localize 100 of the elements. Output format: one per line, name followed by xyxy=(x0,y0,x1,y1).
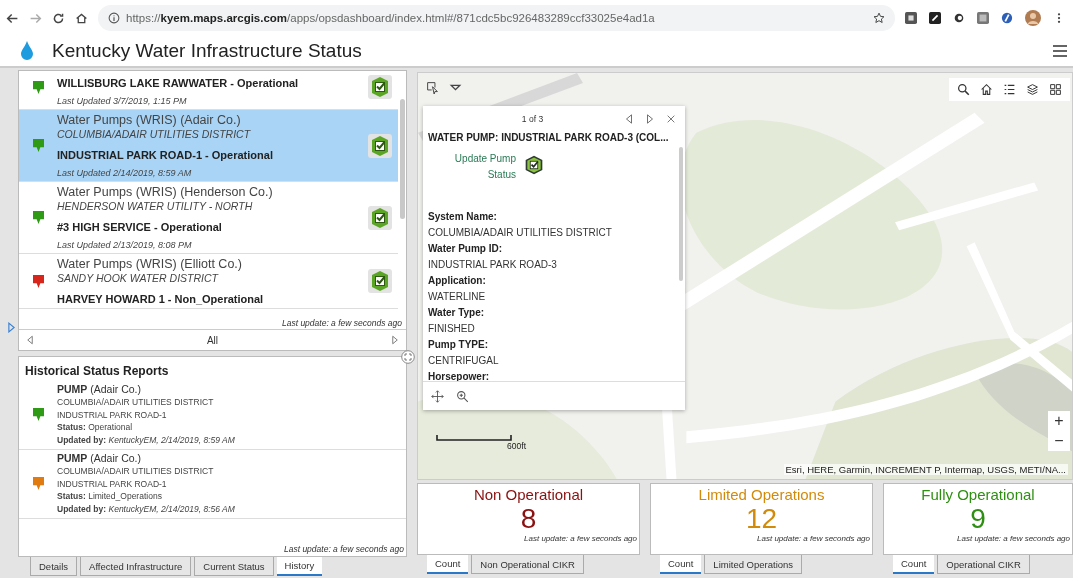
last-updated: Last Updated 3/7/2019, 1:15 PM xyxy=(57,96,188,107)
tab[interactable]: Operational CIKR xyxy=(937,555,1030,574)
extension-icon[interactable] xyxy=(1001,12,1013,24)
list-item[interactable]: Water Pumps (WRIS) (Adair Co.) COLUMBIA/ADAIR UTILITIES DISTRICT INDUSTRIAL PARK ROAD-1 - Operational Last Updated 2/14/2019, 8:59 AM xyxy=(19,110,398,182)
status-text: Status: Operational xyxy=(57,421,134,434)
indicator-title: Fully Operational xyxy=(921,485,1035,504)
checklist-icon[interactable] xyxy=(368,205,392,230)
next-arrow-icon[interactable] xyxy=(646,114,654,124)
extension-icon[interactable] xyxy=(929,12,941,24)
last-update-note: Last update: a few seconds ago xyxy=(283,544,405,556)
report-item[interactable]: PUMP (Adair Co.) COLUMBIA/ADAIR UTILITIES DISTRICT INDUSTRIAL PARK ROAD-1 Status: Operational Updated by: KentuckyEM, 2/14/2019, 8:59 AM xyxy=(19,381,406,450)
water-drop-icon xyxy=(20,41,34,61)
previous-arrow-icon[interactable] xyxy=(625,114,633,124)
asset-status: HARVEY HOWARD 1 - Non_Operational xyxy=(57,292,265,306)
field-value: FINISHED xyxy=(428,322,476,336)
avatar-icon[interactable] xyxy=(1025,10,1041,26)
last-update-note: Last update: a few seconds ago xyxy=(757,534,871,545)
field-label: System Name: xyxy=(428,210,498,224)
info-icon[interactable] xyxy=(108,12,120,24)
last-update-note: Last update: a few seconds ago xyxy=(279,318,404,328)
asset-status: INDUSTRIAL PARK ROAD-1 - Operational xyxy=(57,148,274,162)
star-icon[interactable] xyxy=(873,12,885,24)
address-bar[interactable]: https://kyem.maps.arcgis.com/apps/opsdashboard/index.html#/871cdc5bc926483289ccf33025e4ad1a xyxy=(98,5,895,31)
tab[interactable]: Count xyxy=(893,555,935,574)
tab[interactable]: History xyxy=(276,557,323,576)
system-name: COLUMBIA/ADAIR UTILITIES DISTRICT xyxy=(57,128,252,140)
field-label: Application: xyxy=(428,274,487,288)
tab[interactable]: Affected Infrastructure xyxy=(80,557,192,576)
basemap-grid-icon[interactable] xyxy=(1049,83,1062,96)
status-text: Status: Limited_Operations xyxy=(57,490,163,503)
report-item[interactable]: PUMP (Adair Co.) COLUMBIA/ADAIR UTILITIES DISTRICT INDUSTRIAL PARK ROAD-1 Status: Limited_Operations Updated by: KentuckyEM, 2/14/2019, 8:56 AM xyxy=(19,450,406,519)
field-value: WATERLINE xyxy=(428,290,487,304)
zoom-button[interactable]: + xyxy=(1048,411,1070,431)
last-updated: Last Updated 2/13/2019, 8:08 PM xyxy=(57,240,193,251)
updated-by: Updated by: KentuckyEM, 2/14/2019, 8:56 AM xyxy=(57,502,236,515)
home-icon[interactable] xyxy=(75,11,88,25)
last-update-note: Last update: a few seconds ago xyxy=(524,534,638,545)
next-arrow-icon[interactable] xyxy=(392,335,398,345)
scrollbar[interactable] xyxy=(400,99,405,219)
checklist-icon[interactable] xyxy=(368,269,392,293)
layer-name: Water Pumps (WRIS) (Adair Co.) xyxy=(57,113,242,128)
last-updated: Last Updated 2/14/2019, 8:59 AM xyxy=(57,168,193,179)
filter-label[interactable]: All xyxy=(33,334,392,346)
system-name: SANDY HOOK WATER DISTRICT xyxy=(57,272,220,284)
reload-icon[interactable] xyxy=(52,11,65,25)
system-name: COLUMBIA/ADAIR UTILITIES DISTRICT xyxy=(57,396,215,409)
indicator-title: Limited Operations xyxy=(698,485,825,504)
expand-arrow-icon[interactable] xyxy=(8,322,15,333)
layer-name: Water Pumps (WRIS) (Henderson Co.) xyxy=(57,185,274,200)
asset-name: INDUSTRIAL PARK ROAD-1 xyxy=(57,477,168,490)
tab[interactable]: Count xyxy=(660,555,702,574)
tab[interactable]: Count xyxy=(427,555,469,574)
layers-icon[interactable] xyxy=(1026,83,1039,96)
updated-by: Updated by: KentuckyEM, 2/14/2019, 8:59 AM xyxy=(57,433,236,446)
menu-icon[interactable] xyxy=(1053,45,1067,57)
field-value: COLUMBIA/ADAIR UTILITIES DISTRICT xyxy=(428,226,613,240)
last-update-note: Last update: a few seconds ago xyxy=(957,534,1071,545)
select-icon[interactable] xyxy=(426,81,439,94)
back-icon[interactable] xyxy=(6,11,19,25)
checklist-icon[interactable] xyxy=(524,155,544,175)
panel-title: Historical Status Reports xyxy=(24,363,170,380)
extension-icon[interactable] xyxy=(953,12,965,24)
tab[interactable]: Limited Operations xyxy=(704,555,803,574)
scrollbar[interactable] xyxy=(679,147,683,281)
app-title: Kentucky Water Infrastructure Status xyxy=(52,40,363,62)
search-icon[interactable] xyxy=(957,83,970,96)
asset-status: #3 HIGH SERVICE - Operational xyxy=(57,220,223,234)
zoom-to-icon[interactable] xyxy=(456,389,469,403)
update-status-link[interactable]: Update Pump Status xyxy=(440,151,516,183)
layer-name: Water Pumps (WRIS) (Elliott Co.) xyxy=(57,257,243,272)
field-label: Water Type: xyxy=(428,306,486,320)
legend-list-icon[interactable] xyxy=(1003,83,1016,96)
field-label: Water Pump ID: xyxy=(428,242,504,256)
field-value: INDUSTRIAL PARK ROAD-3 xyxy=(428,258,558,272)
checklist-icon[interactable] xyxy=(368,133,392,158)
system-name: HENDERSON WATER UTILITY - NORTH xyxy=(57,200,254,212)
tab[interactable]: Details xyxy=(30,557,78,576)
move-icon[interactable] xyxy=(431,389,444,403)
system-name: COLUMBIA/ADAIR UTILITIES DISTRICT xyxy=(57,465,215,478)
asset-name: INDUSTRIAL PARK ROAD-1 xyxy=(57,408,168,421)
indicator-value: 8 xyxy=(520,504,537,534)
zoom-button[interactable]: − xyxy=(1048,431,1070,451)
maximize-icon[interactable] xyxy=(401,350,415,364)
tab[interactable]: Current Status xyxy=(194,557,274,576)
field-value: CENTRIFUGAL xyxy=(428,354,500,368)
close-icon[interactable] xyxy=(667,114,675,124)
asset-status: WILLISBURG LAKE RAWWATER - Operational xyxy=(57,76,300,90)
indicator-value: 9 xyxy=(970,504,986,534)
report-heading: PUMP (Adair Co.) xyxy=(57,383,143,396)
url-text: https://kyem.maps.arcgis.com/apps/opsdashboard/index.html#/871cdc5bc926483289ccf33025e4ad1a xyxy=(126,12,656,24)
field-label: Pump TYPE: xyxy=(428,338,489,352)
indicator-title: Non Operational xyxy=(473,485,584,504)
tab[interactable]: Non Operational CIKR xyxy=(471,555,584,574)
scale-label: 600ft xyxy=(507,441,526,451)
page-counter: 1 of 3 xyxy=(520,114,545,124)
report-heading: PUMP (Adair Co.) xyxy=(57,452,143,465)
checklist-icon[interactable] xyxy=(368,75,392,99)
home-icon[interactable] xyxy=(980,83,993,96)
previous-arrow-icon[interactable] xyxy=(27,335,33,345)
map-attribution: Esri, HERE, Garmin, INCREMENT P, Intermap, USGS, METI/NA... xyxy=(783,464,1068,475)
